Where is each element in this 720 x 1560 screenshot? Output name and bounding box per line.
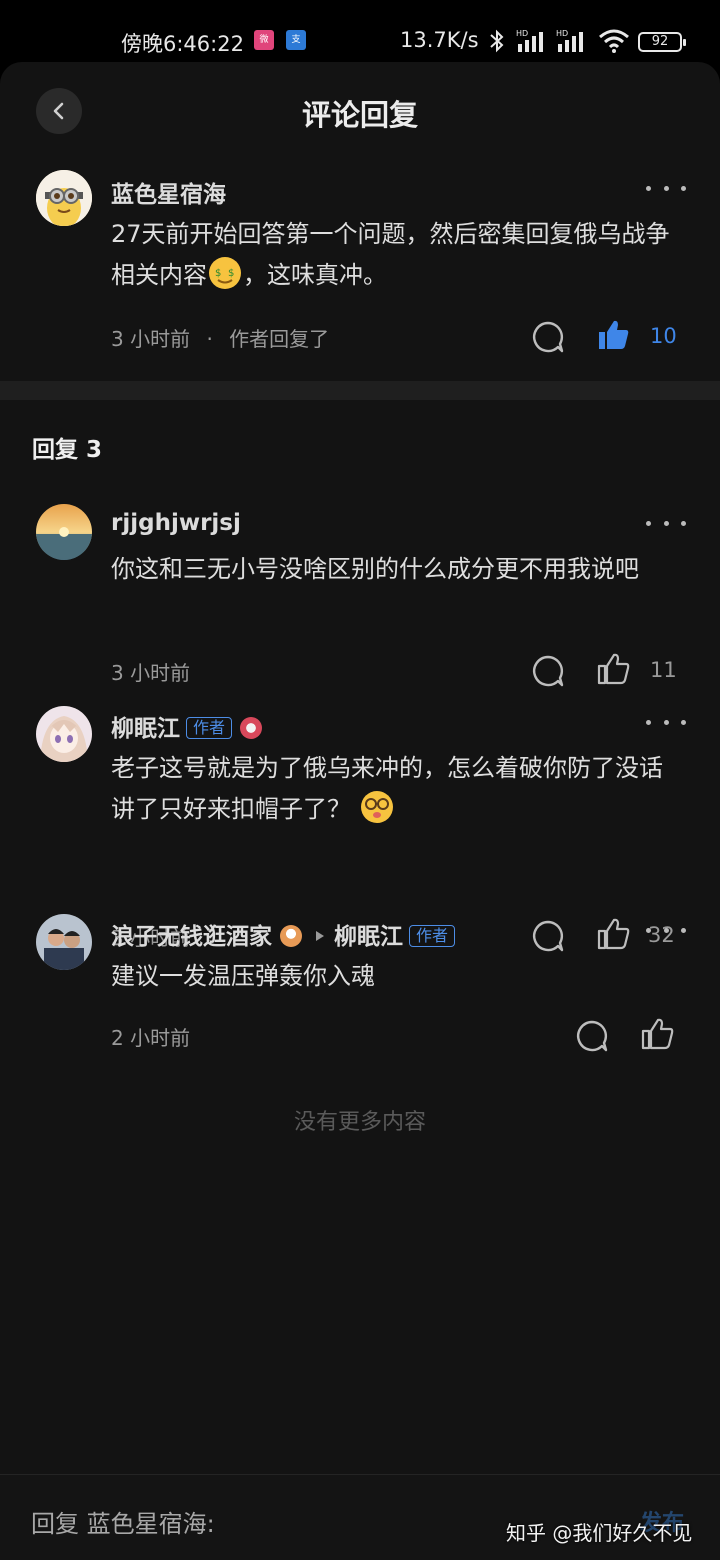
medal-badge-icon[interactable] [240,717,263,739]
status-time: 傍晚6:46:22 [121,32,244,56]
reply-text: 你这和三无小号没啥区别的什么成分更不用我说吧 [111,555,639,583]
reply-time: 3 小时前 [111,661,191,685]
meta-separator: · [206,327,213,351]
like-thumb-icon[interactable] [596,652,630,686]
comment-text-part1: 27天前开始回答第一个问题，然后密集回复俄乌战争相关内容 [111,220,670,289]
nerd-face-emoji-icon [359,789,395,825]
more-options-icon[interactable] [646,517,686,529]
avatar[interactable] [36,914,92,970]
status-bar: 傍晚6:46:22 微 支 13.7K/s HD HD 92 [0,0,720,70]
battery-indicator: 92 [638,32,686,52]
comment-username[interactable]: 蓝色星宿海 [111,175,226,209]
reply-username[interactable]: rjjghjwrjsj [111,510,241,536]
cell-signal-icon: HD [516,28,552,59]
network-speed: 13.7K/s [400,28,479,52]
reply-to-username[interactable]: 柳眠江 [334,924,403,950]
author-replied-label: 作者回复了 [229,327,330,351]
like-thumb-icon[interactable] [596,917,630,951]
signal-hd-label-2: HD [556,29,568,38]
comment-meta: 3 小时前 · 作者回复了 [111,323,329,352]
like-thumb-icon[interactable] [596,318,630,352]
like-count: 10 [650,324,677,348]
reply-text: 建议一发温压弹轰你入魂 [111,962,375,990]
more-options-icon[interactable] [646,924,686,936]
bluetooth-icon [486,28,508,59]
comment-time: 3 小时前 [111,327,191,351]
author-tag: 作者 [409,925,456,947]
reply-bubble-icon[interactable] [531,654,565,688]
section-divider [0,381,720,400]
reply-time: 2 小时前 [111,1026,191,1050]
reply-input-bar: 回复 蓝色星宿海: 发布 知乎 @我们好久不见 [0,1474,720,1560]
reply-bubble-icon[interactable] [531,320,565,354]
page-title: 评论回复 [301,98,418,132]
author-tag: 作者 [186,717,233,739]
reply-username[interactable]: 柳眠江 [111,716,180,742]
like-count: 11 [650,658,677,682]
end-of-list-notice: 没有更多内容 [293,1110,426,1135]
reply-input[interactable]: 回复 蓝色星宿海: [31,1504,215,1539]
more-options-icon[interactable] [646,716,686,728]
header: 评论回复 [0,62,720,162]
like-thumb-icon[interactable] [640,1017,674,1051]
comment-text-part2: ，这味真冲。 [243,261,387,289]
comment-reply-sheet: 评论回复 蓝色星宿海 27天前开始回答第一个问题，然后密集回复俄乌战争相关内容 $… [0,62,720,1560]
reply-username-row: 柳眠江 作者 [111,709,263,743]
reply-username-row: 浪子无钱逛酒家 柳眠江 作者 [111,917,456,951]
signal-hd-label: HD [516,29,528,38]
avatar[interactable] [36,504,92,560]
reply-username[interactable]: 浪子无钱逛酒家 [111,924,272,950]
svg-text:$: $ [228,268,234,279]
reply-bubble-icon[interactable] [575,1019,609,1053]
wifi-icon [598,28,630,59]
user-level-badge-icon[interactable] [280,925,302,947]
watermark: 知乎 @我们好久不见 [506,1521,693,1545]
reply-arrow-icon [316,931,324,941]
replies-count-header: 回复 3 [32,437,103,463]
more-options-icon[interactable] [646,182,686,194]
cell-signal-2-icon: HD [556,28,592,59]
avatar[interactable] [36,170,92,226]
app-notification-icon: 微 [254,30,274,50]
svg-text:$: $ [215,268,221,279]
reply-text: 老子这号就是为了俄乌来冲的，怎么着破你防了没话讲了只好来扣帽子了？ [111,748,681,830]
comment-text: 27天前开始回答第一个问题，然后密集回复俄乌战争相关内容 $ $ ，这味真冲。 [111,214,681,296]
reply-bubble-icon[interactable] [531,919,565,953]
alipay-notification-icon: 支 [286,30,306,50]
avatar[interactable] [36,706,92,762]
money-face-emoji-icon: $ $ [207,255,243,291]
